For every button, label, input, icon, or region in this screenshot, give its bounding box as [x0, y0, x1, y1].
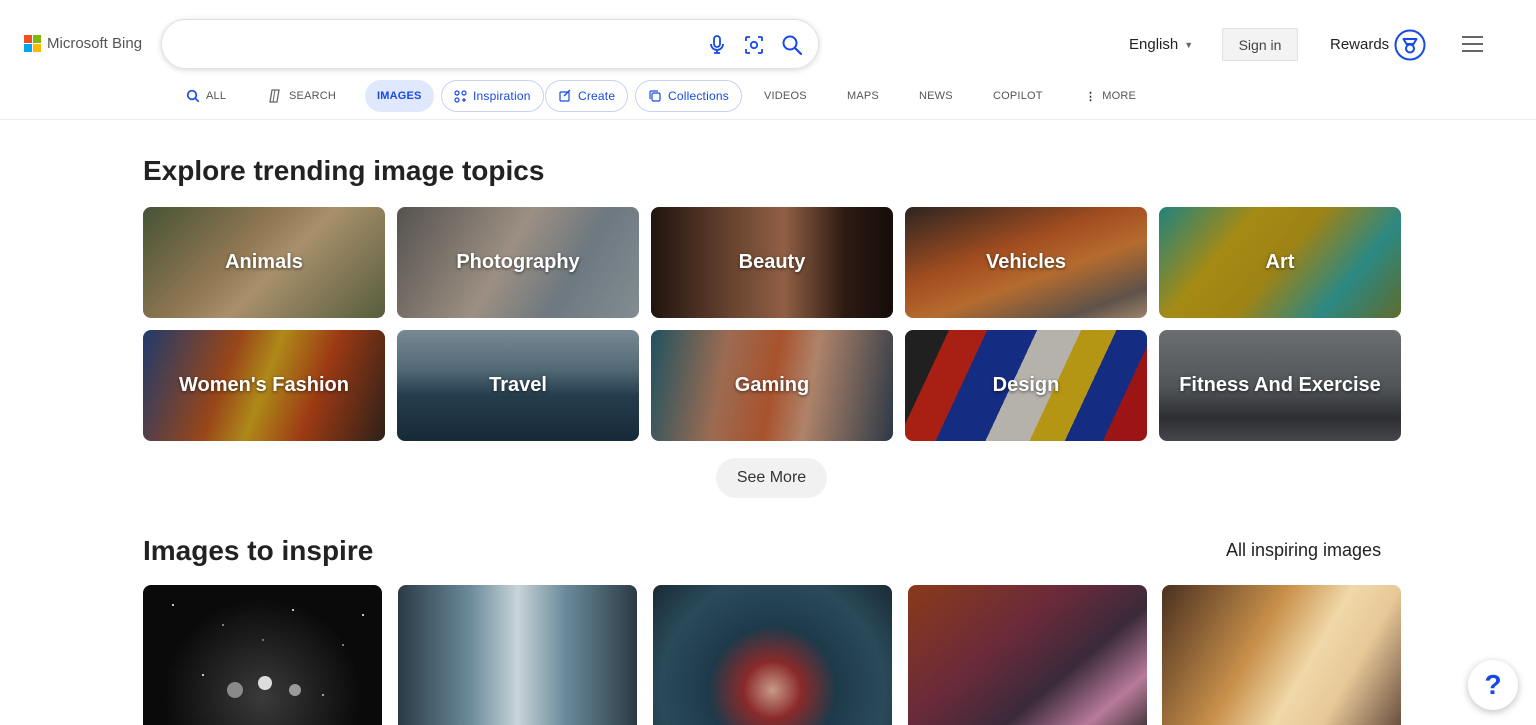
rewards-medal-icon[interactable] [1394, 29, 1426, 61]
topic-label: Fitness And Exercise [1179, 374, 1381, 396]
tab-label: NEWS [919, 90, 953, 102]
tab-inspiration[interactable]: Inspiration [441, 80, 544, 112]
search-input[interactable] [184, 32, 704, 58]
tab-copilot[interactable]: COPILOT [993, 80, 1043, 112]
menu-icon[interactable] [1462, 36, 1483, 52]
see-more-button[interactable]: See More [716, 458, 827, 498]
inspire-image[interactable] [908, 585, 1147, 725]
search-box[interactable] [161, 19, 819, 69]
topic-tile-beauty[interactable]: Beauty [651, 207, 893, 318]
search-icon[interactable] [780, 33, 804, 57]
help-button[interactable]: ? [1468, 660, 1518, 710]
create-icon [559, 89, 571, 102]
topic-label: Photography [456, 251, 580, 273]
inspire-image[interactable] [1162, 585, 1401, 725]
microsoft-logo-icon [24, 35, 41, 52]
inspire-image[interactable] [653, 585, 892, 725]
topic-label: Vehicles [985, 251, 1067, 273]
topic-label: Design [992, 374, 1060, 396]
copilot-icon [269, 89, 280, 103]
inspiration-icon [454, 89, 467, 103]
language-selector[interactable]: English ▼ [1129, 36, 1193, 53]
tab-label: Collections [668, 89, 729, 103]
language-label: English [1129, 36, 1179, 53]
tab-label: Inspiration [473, 89, 531, 103]
trending-section-title: Explore trending image topics [143, 155, 545, 186]
topic-tile-womens-fashion[interactable]: Women's Fashion [143, 330, 385, 441]
tab-create[interactable]: Create [545, 80, 629, 112]
topic-tile-travel[interactable]: Travel [397, 330, 639, 441]
visual-search-icon[interactable] [742, 33, 766, 57]
tab-label: ALL [206, 90, 227, 102]
microphone-icon[interactable] [705, 33, 729, 57]
tab-collections[interactable]: Collections [635, 80, 742, 112]
topic-tile-gaming[interactable]: Gaming [651, 330, 893, 441]
topic-label: Women's Fashion [179, 374, 349, 396]
collections-icon [649, 90, 661, 102]
tab-images[interactable]: IMAGES [365, 80, 434, 112]
tab-search[interactable]: SEARCH [267, 80, 336, 112]
tab-more[interactable]: ⋮ MORE [1085, 80, 1136, 112]
topic-label: Art [1265, 251, 1295, 273]
topic-tile-design[interactable]: Design [905, 330, 1147, 441]
topic-label: Beauty [738, 251, 806, 273]
topic-label: Travel [489, 374, 547, 396]
topic-label: Gaming [734, 374, 810, 396]
rewards-label[interactable]: Rewards [1330, 36, 1389, 53]
topic-tile-art[interactable]: Art [1159, 207, 1401, 318]
bing-logo[interactable]: Microsoft Bing [24, 35, 142, 52]
logo-text: Microsoft Bing [47, 35, 143, 52]
topic-tile-photography[interactable]: Photography [397, 207, 639, 318]
tab-all[interactable]: ALL [186, 80, 226, 112]
more-dots-icon: ⋮ [1085, 90, 1097, 103]
tab-news[interactable]: NEWS [919, 80, 953, 112]
all-inspiring-images-link[interactable]: All inspiring images [1226, 540, 1381, 561]
inspire-section-title: Images to inspire [143, 535, 374, 566]
inspire-image[interactable] [398, 585, 637, 725]
inspire-image[interactable] [143, 585, 382, 725]
tab-label: COPILOT [993, 90, 1043, 102]
search-icon [186, 89, 200, 103]
tab-label: SEARCH [289, 90, 337, 102]
topic-tile-animals[interactable]: Animals [143, 207, 385, 318]
chevron-down-icon: ▼ [1184, 39, 1194, 50]
topic-label: Animals [225, 251, 303, 273]
tab-label: IMAGES [377, 90, 422, 102]
header: Microsoft Bing English ▼ Sign in Rewards… [0, 0, 1536, 120]
nav-bar: ALL SEARCH IMAGES Inspiration Create Col… [0, 80, 1536, 114]
tab-videos[interactable]: VIDEOS [764, 80, 807, 112]
topic-tile-fitness-and-exercise[interactable]: Fitness And Exercise [1159, 330, 1401, 441]
tab-maps[interactable]: MAPS [847, 80, 879, 112]
tab-label: MAPS [847, 90, 879, 102]
sign-in-button[interactable]: Sign in [1222, 28, 1298, 61]
tab-label: Create [578, 89, 616, 103]
space-image [172, 604, 364, 698]
topic-tile-vehicles[interactable]: Vehicles [905, 207, 1147, 318]
tab-label: MORE [1102, 90, 1137, 102]
tab-label: VIDEOS [764, 90, 807, 102]
